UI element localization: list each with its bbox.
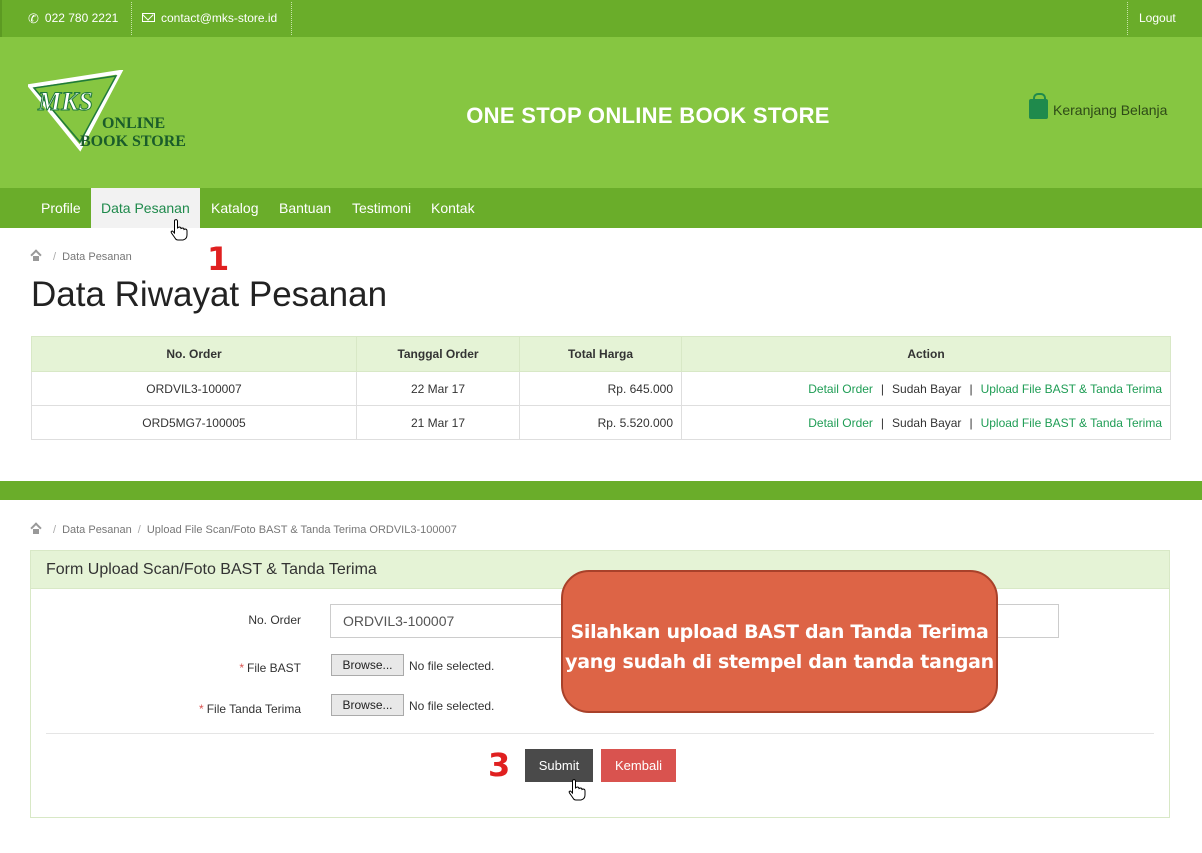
- upload-bast-link[interactable]: Upload File BAST & Tanda Terima: [981, 382, 1162, 396]
- payment-status: Sudah Bayar: [892, 415, 962, 430]
- callout-line-2: yang sudah di stempel dan tanda tangan: [565, 651, 994, 673]
- detail-order-link[interactable]: Detail Order: [808, 416, 873, 430]
- hand-cursor-icon: [170, 219, 188, 241]
- nav-item-kontak[interactable]: Kontak: [421, 188, 485, 228]
- bast-file-status: No file selected.: [409, 659, 495, 673]
- logout-link[interactable]: Logout: [1129, 0, 1186, 37]
- column-header-date: Tanggal Order: [356, 336, 520, 372]
- file-tanda-terima-label: * File Tanda Terima: [199, 702, 301, 716]
- email-contact[interactable]: contact@mks-store.id: [132, 0, 287, 37]
- phone-contact: ✆ 022 780 2221: [18, 0, 128, 37]
- detail-order-link[interactable]: Detail Order: [808, 382, 873, 396]
- callout-text: Silahkan upload BAST dan Tanda Terima ya…: [563, 617, 996, 677]
- nav-item-profile[interactable]: Profile: [31, 188, 91, 228]
- shopping-bag-icon: [1029, 93, 1048, 119]
- step-marker-3: 3: [488, 746, 511, 784]
- breadcrumb-current: Upload File Scan/Foto BAST & Tanda Terim…: [146, 524, 457, 536]
- column-header-action: Action: [681, 336, 1171, 372]
- column-header-order: No. Order: [31, 336, 357, 372]
- phone-icon: ✆: [28, 11, 39, 26]
- topbar-divider: [1127, 2, 1128, 35]
- table-row: ORD5MG7-100005 21 Mar 17 Rp. 5.520.000 D…: [31, 405, 1171, 440]
- home-icon[interactable]: [31, 252, 41, 261]
- order-date: 22 Mar 17: [356, 371, 520, 406]
- logo-line-2: BOOK STORE: [80, 133, 186, 150]
- cart-link[interactable]: Keranjang Belanja: [1029, 93, 1168, 119]
- order-number-label: No. Order: [248, 613, 301, 627]
- envelope-icon: [142, 13, 155, 22]
- breadcrumb-current: Data Pesanan: [62, 251, 132, 263]
- payment-status: Sudah Bayar: [892, 381, 962, 396]
- email-address: contact@mks-store.id: [161, 11, 278, 25]
- cart-label: Keranjang Belanja: [1053, 102, 1168, 118]
- submit-button[interactable]: Submit: [525, 749, 593, 782]
- site-title: ONE STOP ONLINE BOOK STORE: [466, 103, 830, 128]
- home-icon[interactable]: [31, 525, 41, 534]
- topbar-divider: [291, 2, 292, 35]
- breadcrumb-item[interactable]: Data Pesanan: [62, 524, 132, 536]
- back-button[interactable]: Kembali: [601, 749, 676, 782]
- bast-browse-button[interactable]: Browse...: [331, 654, 404, 676]
- breadcrumb: / Data Pesanan: [31, 251, 132, 263]
- order-total: Rp. 5.520.000: [519, 405, 682, 440]
- phone-number: 022 780 2221: [44, 11, 119, 25]
- column-header-total: Total Harga: [519, 336, 682, 372]
- file-bast-label: * File BAST: [239, 661, 301, 675]
- form-divider: [46, 733, 1154, 734]
- tanda-terima-browse-button[interactable]: Browse...: [331, 694, 404, 716]
- top-bar: ✆ 022 780 2221 contact@mks-store.id Logou…: [0, 0, 1202, 37]
- nav-item-bantuan[interactable]: Bantuan: [269, 188, 341, 228]
- order-actions: Detail Order | Sudah Bayar | Upload File BAS…: [681, 405, 1171, 440]
- order-actions: Detail Order | Sudah Bayar | Upload File BAS…: [681, 371, 1171, 406]
- section-divider: [0, 481, 1202, 500]
- nav-item-testimoni[interactable]: Testimoni: [342, 188, 421, 228]
- order-number: ORDVIL3-100007: [31, 371, 357, 406]
- instruction-callout: Silahkan upload BAST dan Tanda Terima ya…: [561, 570, 998, 713]
- upload-bast-link[interactable]: Upload File BAST & Tanda Terima: [981, 416, 1162, 430]
- site-header: MKS ONLINE BOOK STORE ONE STOP ONLINE BO…: [0, 37, 1202, 188]
- page-title: Data Riwayat Pesanan: [31, 275, 388, 314]
- order-total: Rp. 645.000: [519, 371, 682, 406]
- nav-item-katalog[interactable]: Katalog: [201, 188, 268, 228]
- hand-cursor-icon: [568, 779, 586, 801]
- order-number: ORD5MG7-100005: [31, 405, 357, 440]
- orders-table: No. Order Tanggal Order Total Harga Acti…: [31, 336, 1171, 440]
- required-mark: *: [239, 661, 244, 675]
- tanda-terima-file-status: No file selected.: [409, 699, 495, 713]
- table-row: ORDVIL3-100007 22 Mar 17 Rp. 645.000 Det…: [31, 371, 1171, 406]
- breadcrumb: / Data Pesanan / Upload File Scan/Foto BAST…: [31, 524, 457, 536]
- order-date: 21 Mar 17: [356, 405, 520, 440]
- required-mark: *: [199, 702, 204, 716]
- table-header-row: No. Order Tanggal Order Total Harga Acti…: [31, 336, 1171, 372]
- callout-line-1: Silahkan upload BAST dan Tanda Terima: [570, 621, 989, 643]
- step-marker-1: 1: [207, 240, 230, 278]
